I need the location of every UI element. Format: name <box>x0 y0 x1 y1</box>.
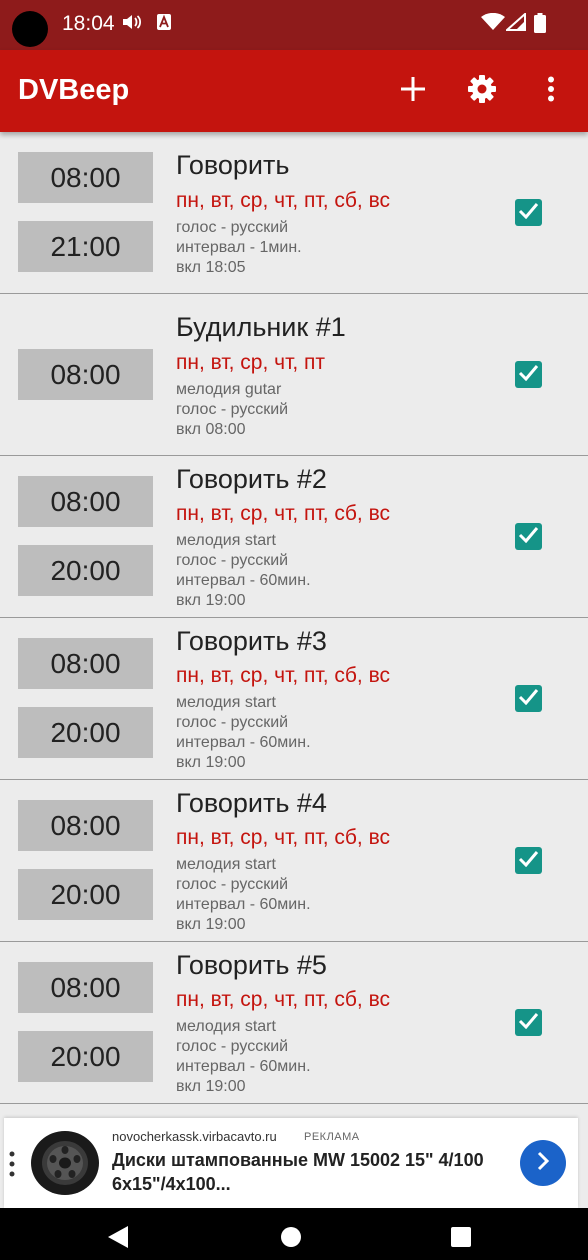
status-time: 18:04 <box>62 12 115 35</box>
add-button[interactable] <box>391 68 435 114</box>
alarm-detail: интервал - 60мин. <box>176 1058 311 1075</box>
enabled-checkbox[interactable] <box>515 199 542 226</box>
ad-title-line2: 6x15"/4x100... <box>112 1174 231 1194</box>
enabled-checkbox[interactable] <box>515 847 542 874</box>
start-time-button[interactable]: 08:00 <box>18 152 153 203</box>
alarm-detail: голос - русский <box>176 1038 289 1055</box>
signal-icon <box>504 11 526 34</box>
add-icon <box>400 76 426 107</box>
start-time-button[interactable]: 08:00 <box>18 349 153 400</box>
checkmark-icon <box>518 364 539 386</box>
alarm-name: Говорить #5 <box>176 950 327 980</box>
ad-title-line1: Диски штампованные MW 15002 15" 4/100 <box>112 1150 484 1170</box>
back-icon[interactable] <box>103 1222 133 1252</box>
end-time-button[interactable]: 20:00 <box>18 1031 153 1082</box>
alarm-name: Будильник #1 <box>176 312 346 342</box>
alarm-detail: голос - русский <box>176 219 289 236</box>
alarm-detail: интервал - 60мин. <box>176 572 311 589</box>
list-item[interactable]: 08:00 20:00 Говорить #3 пн, вт, ср, чт, … <box>0 618 588 780</box>
status-bar: 18:04 <box>0 0 588 50</box>
start-time-button[interactable]: 08:00 <box>18 638 153 689</box>
alarm-days: пн, вт, ср, чт, пт, сб, вс <box>176 664 390 687</box>
checkmark-icon <box>518 526 539 548</box>
list-item[interactable]: 08:00 20:00 Говорить #5 пн, вт, ср, чт, … <box>0 942 588 1104</box>
alarm-detail: голос - русский <box>176 552 289 569</box>
start-time-button[interactable]: 08:00 <box>18 962 153 1013</box>
checkmark-icon <box>518 202 539 224</box>
app-bar: DVBeep <box>0 50 588 132</box>
enabled-checkbox[interactable] <box>515 1009 542 1036</box>
alarm-detail: интервал - 1мин. <box>176 239 302 256</box>
recents-icon[interactable] <box>446 1222 476 1252</box>
ad-domain: novocherkassk.virbacavto.ru <box>112 1129 277 1144</box>
alarm-detail: голос - русский <box>176 876 289 893</box>
enabled-checkbox[interactable] <box>515 361 542 388</box>
more-options-button[interactable] <box>529 68 573 114</box>
alarm-days: пн, вт, ср, чт, пт, сб, вс <box>176 988 390 1011</box>
navigation-bar <box>0 1208 588 1260</box>
notification-icon <box>156 13 172 34</box>
start-time-button[interactable]: 08:00 <box>18 476 153 527</box>
home-icon[interactable] <box>276 1222 306 1252</box>
app-title: DVBeep <box>18 74 130 106</box>
alarm-detail: мелодия start <box>176 1018 276 1035</box>
more-options-icon <box>547 76 555 107</box>
alarm-detail: мелодия start <box>176 694 276 711</box>
alarm-detail: вкл 19:00 <box>176 916 246 933</box>
settings-button[interactable] <box>460 68 504 114</box>
start-time-button[interactable]: 08:00 <box>18 800 153 851</box>
alarm-detail: вкл 18:05 <box>176 259 246 276</box>
chevron-right-icon <box>536 1151 550 1176</box>
alarm-detail: вкл 08:00 <box>176 421 246 438</box>
settings-icon <box>467 74 497 109</box>
alarm-days: пн, вт, ср, чт, пт, сб, вс <box>176 826 390 849</box>
end-time-button[interactable]: 20:00 <box>18 869 153 920</box>
camera-cutout <box>12 11 48 47</box>
list-item[interactable]: 08:00 Будильник #1 пн, вт, ср, чт, пт ме… <box>0 294 588 456</box>
checkmark-icon <box>518 1012 539 1034</box>
list-item[interactable]: 08:00 20:00 Говорить #2 пн, вт, ср, чт, … <box>0 456 588 618</box>
ad-open-button[interactable] <box>520 1140 566 1186</box>
alarm-detail: интервал - 60мин. <box>176 734 311 751</box>
end-time-button[interactable]: 20:00 <box>18 707 153 758</box>
battery-icon <box>534 13 546 36</box>
alarm-detail: вкл 19:00 <box>176 1078 246 1095</box>
alarm-days: пн, вт, ср, чт, пт, сб, вс <box>176 189 390 212</box>
alarm-detail: мелодия start <box>176 532 276 549</box>
alarm-detail: мелодия gutar <box>176 381 282 398</box>
volume-icon <box>122 13 142 34</box>
alarm-detail: вкл 19:00 <box>176 754 246 771</box>
wheel-rim-icon <box>30 1130 100 1196</box>
alarm-name: Говорить <box>176 150 290 180</box>
alarm-days: пн, вт, ср, чт, пт <box>176 351 326 374</box>
end-time-button[interactable]: 21:00 <box>18 221 153 272</box>
alarm-detail: голос - русский <box>176 401 289 418</box>
ad-banner[interactable]: novocherkassk.virbacavto.ru РЕКЛАМА Диск… <box>4 1118 578 1208</box>
checkmark-icon <box>518 688 539 710</box>
alarm-list[interactable]: 08:00 21:00 Говорить пн, вт, ср, чт, пт,… <box>0 132 588 1118</box>
alarm-name: Говорить #4 <box>176 788 327 818</box>
alarm-name: Говорить #2 <box>176 464 327 494</box>
alarm-detail: мелодия start <box>176 856 276 873</box>
end-time-button[interactable]: 20:00 <box>18 545 153 596</box>
alarm-detail: интервал - 60мин. <box>176 896 311 913</box>
enabled-checkbox[interactable] <box>515 523 542 550</box>
alarm-days: пн, вт, ср, чт, пт, сб, вс <box>176 502 390 525</box>
ad-menu-icon[interactable] <box>9 1151 15 1177</box>
alarm-detail: вкл 19:00 <box>176 592 246 609</box>
list-item-partial[interactable] <box>0 1104 588 1118</box>
list-item[interactable]: 08:00 21:00 Говорить пн, вт, ср, чт, пт,… <box>0 132 588 294</box>
wifi-icon <box>481 12 505 34</box>
list-item[interactable]: 08:00 20:00 Говорить #4 пн, вт, ср, чт, … <box>0 780 588 942</box>
enabled-checkbox[interactable] <box>515 685 542 712</box>
checkmark-icon <box>518 850 539 872</box>
ad-label: РЕКЛАМА <box>304 1131 360 1143</box>
alarm-name: Говорить #3 <box>176 626 327 656</box>
alarm-detail: голос - русский <box>176 714 289 731</box>
